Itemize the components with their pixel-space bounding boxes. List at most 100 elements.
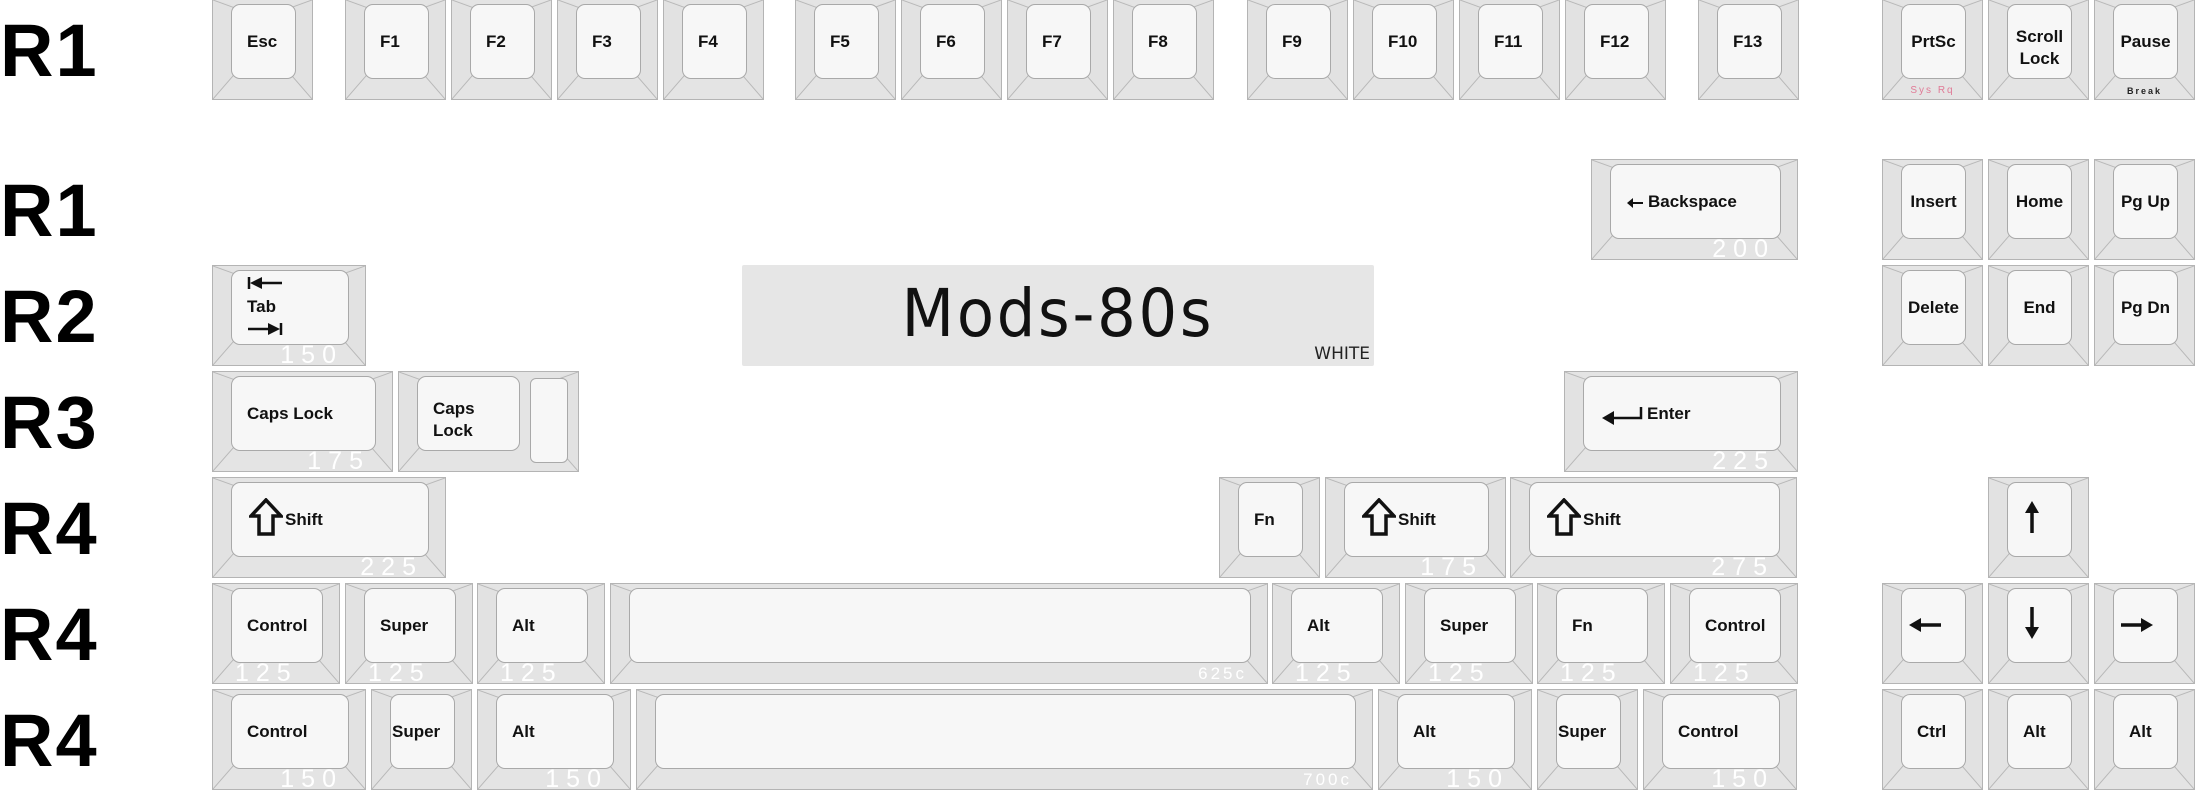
keycap-label: PrtSc [1911,32,1956,51]
keycap-size-label: 125 [235,659,298,687]
keycap-fn-125[interactable]: Fn 125 [1537,583,1665,687]
keycap-label: F2 [486,32,506,51]
keycap-f2[interactable]: F2 [451,0,552,100]
keycap-top [496,588,588,663]
keycap-f3[interactable]: F3 [557,0,658,100]
keycap-alt-150-r[interactable]: Alt 150 [1378,689,1532,792]
keycap-label: F13 [1733,32,1763,51]
keycap-insert[interactable]: Insert [1882,159,1983,260]
keycap-label: F1 [380,32,400,51]
keycap-label: F7 [1042,32,1062,51]
keycap-label: Control [1678,722,1739,741]
keycap-label: Backspace [1648,192,1737,211]
keycap-down[interactable] [1988,583,2089,684]
keycap-right-shift-175[interactable]: Shift 175 [1325,477,1506,581]
keycap-alt-150-l[interactable]: Alt 150 [477,689,631,793]
keycap-size-label: 150 [280,765,343,793]
row-label: R3 [0,381,99,464]
keycap-size-label: 125 [368,659,431,687]
keycap-super-125-l[interactable]: Super 125 [345,583,473,687]
keycap-size-label: 175 [1420,553,1483,581]
keycap-space-700[interactable]: 700c [636,689,1373,790]
set-title-badge: Mods-80s WHITE [742,265,1374,366]
keycap-fn-1u[interactable]: Fn [1219,477,1320,578]
keycap-label: Pause [2120,32,2171,51]
keycap-alt-1u-a[interactable]: Alt [1988,689,2089,790]
keycap-label: Alt [1307,616,1330,635]
keycap-backspace[interactable]: Backspace 200 [1591,159,1798,262]
keycap-label: Alt [512,722,535,741]
keycap-caps-lock[interactable]: Caps Lock 175 [212,371,393,474]
keycap-super-100-l[interactable]: Super [371,689,472,790]
keycap-label: Alt [2129,722,2152,741]
keycap-label: Pg Up [2120,192,2171,211]
keycap-f10[interactable]: F10 [1353,0,1454,100]
keycap-f8[interactable]: F8 [1113,0,1214,100]
keycap-ctrl-125-r[interactable]: Control 125 [1670,583,1798,687]
keycap-label: Super [380,616,429,635]
keycap-super-125-r[interactable]: Super 125 [1405,583,1533,686]
keycap-ctrl-125-l[interactable]: Control 125 [212,583,340,687]
keycap-label: F6 [936,32,956,51]
keycap-ctrl-1u[interactable]: Ctrl [1882,689,1983,790]
keycap-left[interactable] [1882,583,1983,684]
keycap-f13[interactable]: F13 [1698,0,1799,100]
keycap-up[interactable] [1988,477,2089,578]
keycap-label: Control [247,616,308,635]
keycap-f9[interactable]: F9 [1247,0,1348,100]
keycap-pgdn[interactable]: Pg Dn [2094,265,2195,366]
keycap-size-label: 125 [1560,659,1623,687]
keycap-label: Home [2015,192,2064,211]
keycap-label: Esc [247,32,278,51]
set-title: Mods-80s [901,275,1215,352]
keycap-pgup[interactable]: Pg Up [2094,159,2195,260]
keycap-esc[interactable]: Esc [212,0,313,100]
keycap-size-label: 225 [360,553,423,581]
keycap-label: F4 [698,32,718,51]
keycap-label: Ctrl [1917,722,1947,741]
keycap-label: Super [1558,722,1607,741]
keycap-size-label: 150 [545,765,608,793]
keycap-f1[interactable]: F1 [345,0,446,100]
keycap-enter[interactable]: Enter 225 [1564,371,1798,475]
keycap-label: Delete [1907,298,1960,317]
row-label: R4 [0,487,99,570]
keycap-delete[interactable]: Delete [1882,265,1983,366]
keycap-left-shift[interactable]: Shift 225 [212,477,446,581]
keycap-space-625[interactable]: 625c [610,583,1268,684]
keycap-alt-1u-b[interactable]: Alt [2094,689,2195,790]
keycap-ctrl-150-l[interactable]: Control 150 [212,689,366,793]
keycap-label: Alt [2023,722,2046,741]
keycap-right[interactable] [2094,583,2195,684]
keycap-alt-125-r[interactable]: Alt 125 [1272,583,1400,686]
keycap-ctrl-150-r[interactable]: Control 150 [1643,689,1797,792]
keycap-label: Fn [1572,616,1593,635]
tab-left-arrow-icon [247,276,283,295]
keycap-label: F9 [1282,32,1302,51]
keycap-pause[interactable]: Pause Break [2094,0,2195,100]
keycap-f7[interactable]: F7 [1007,0,1108,100]
keycap-size-label: 125 [1693,659,1756,687]
keycap-tab[interactable]: Tab 150 [212,265,366,368]
keycap-size-label: 225 [1712,447,1775,475]
row-label: R4 [0,593,99,676]
keycap-alt-125-l[interactable]: Alt 125 [477,583,605,686]
keycap-f12[interactable]: F12 [1565,0,1666,100]
keycap-f5[interactable]: F5 [795,0,896,100]
keycap-label: F3 [592,32,612,51]
keycap-end[interactable]: End [1988,265,2089,366]
keycap-caps-lock-stepped[interactable]: Caps Lock [398,371,579,472]
keycap-prtsc[interactable]: PrtSc Sys Rq [1882,0,1983,100]
keycap-f11[interactable]: F11 [1459,0,1560,100]
keycap-f4[interactable]: F4 [663,0,764,100]
keycap-label: Shift [285,510,323,529]
keycap-right-shift-275[interactable]: Shift 275 [1510,477,1797,580]
keycap-step [530,378,568,463]
keycap-label: Shift [1398,510,1436,529]
keycap-home[interactable]: Home [1988,159,2089,260]
keycap-scroll-lock[interactable]: Scroll Lock [1988,0,2089,100]
keycap-label: Insert [1910,192,1957,211]
keycap-super-100-r[interactable]: Super [1537,689,1638,790]
keycap-f6[interactable]: F6 [901,0,1002,100]
arrow-down-icon [2024,606,2040,645]
